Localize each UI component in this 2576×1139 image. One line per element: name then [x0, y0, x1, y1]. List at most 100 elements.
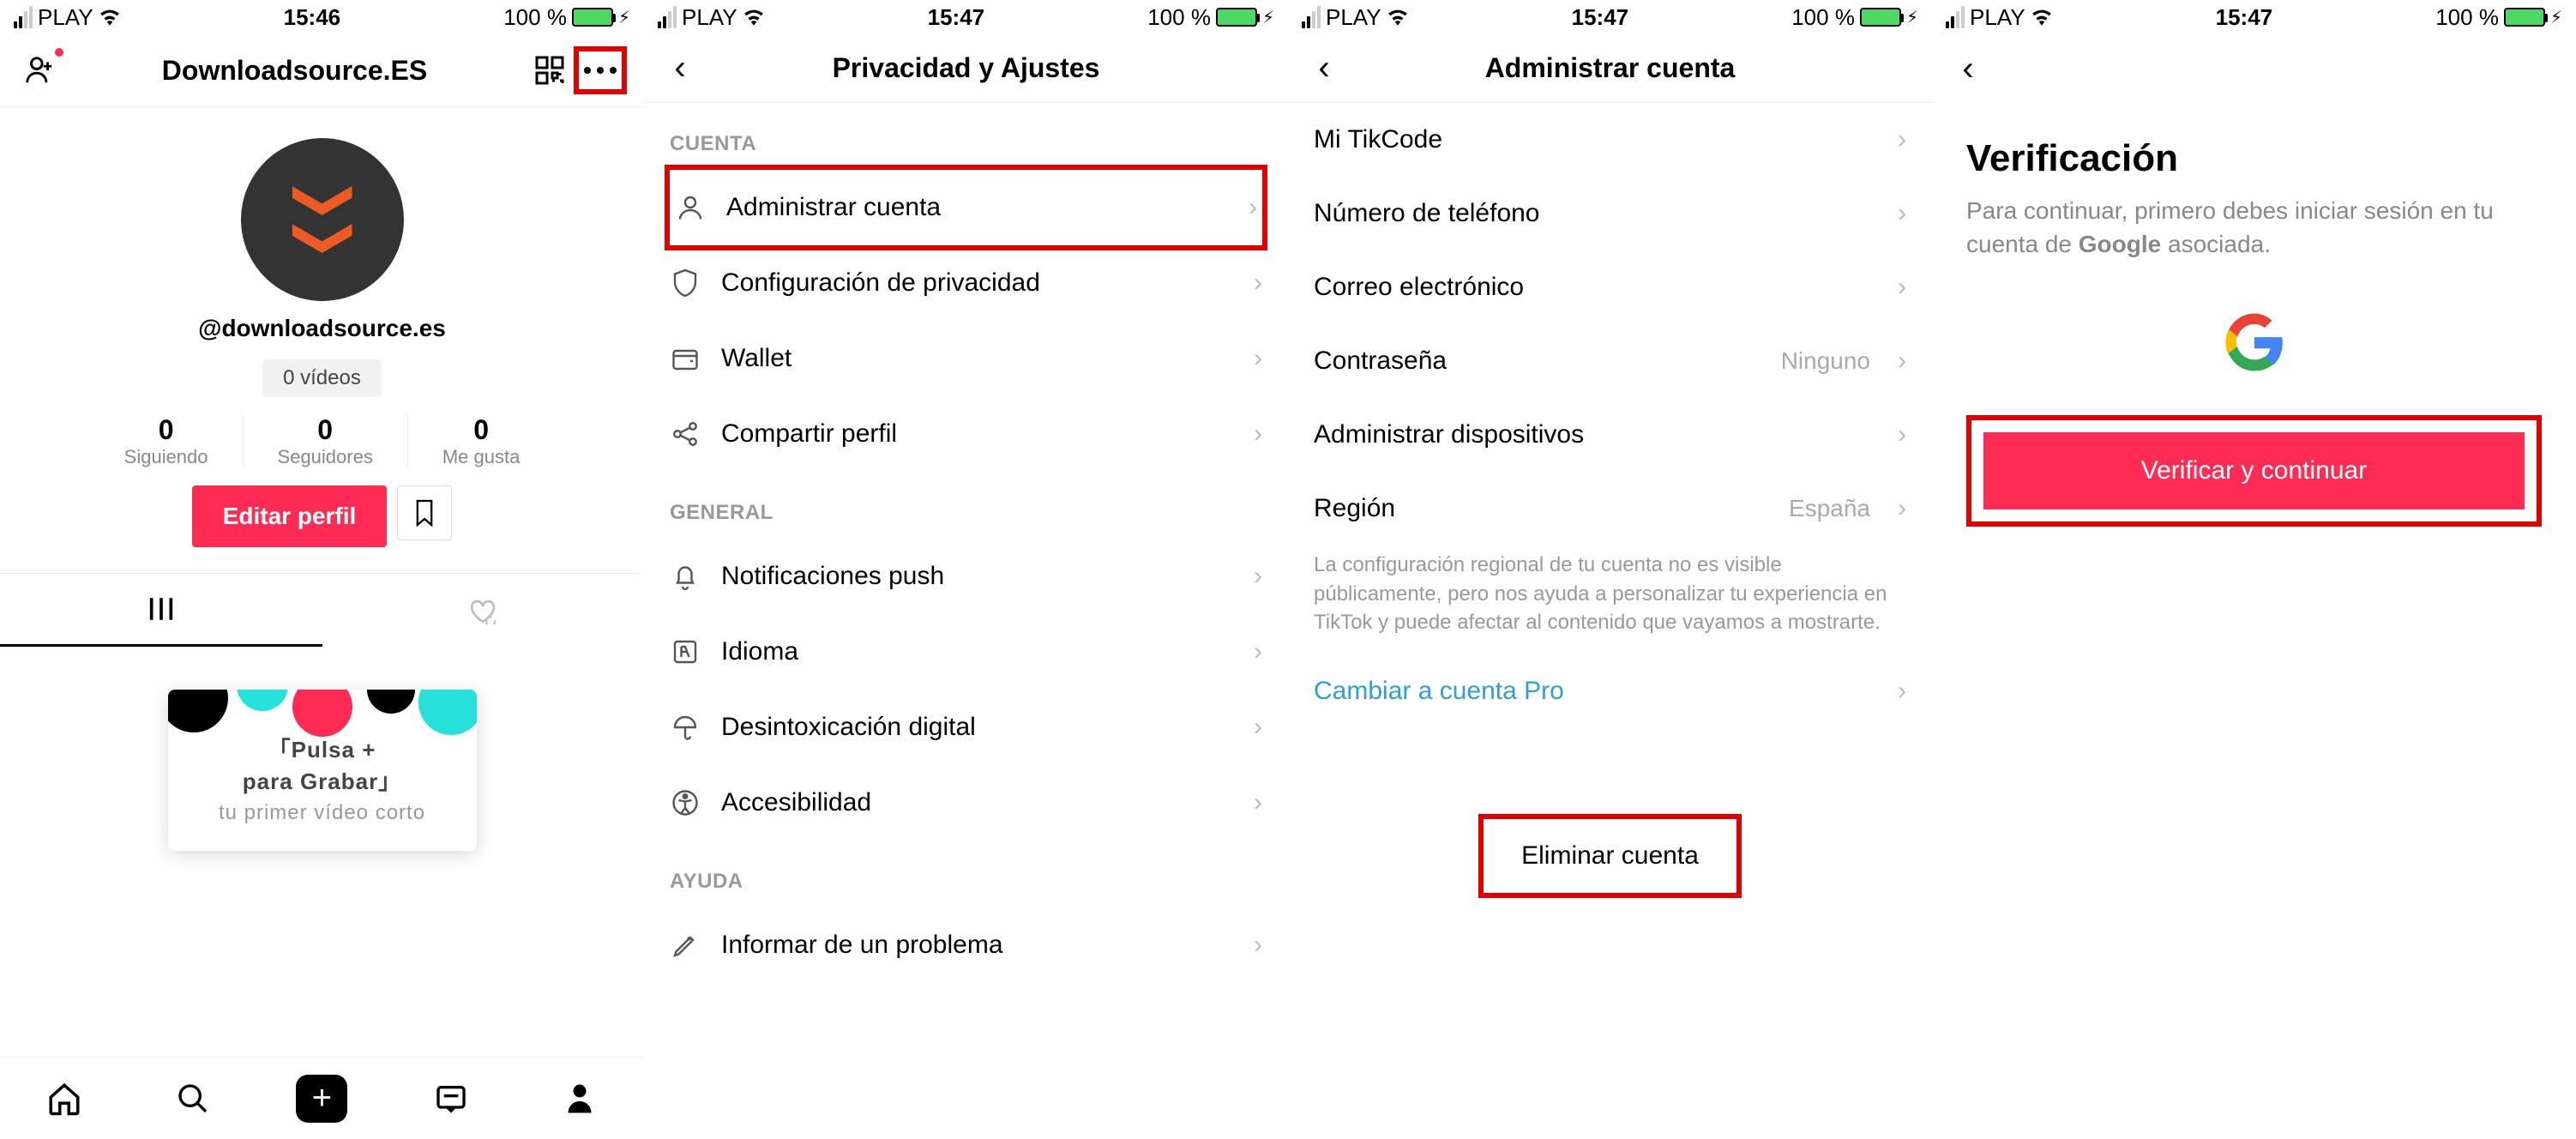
google-logo-icon	[2224, 312, 2284, 372]
row-password[interactable]: Contraseña Ninguno ›	[1288, 324, 1932, 398]
share-icon	[670, 419, 701, 449]
tab-liked[interactable]	[322, 574, 645, 647]
page-title: Privacidad y Ajustes	[764, 52, 1168, 84]
decorative-blobs	[168, 690, 477, 741]
status-bar: PLAY 15:47 100 %⚡︎	[1288, 0, 1932, 34]
row-manage-account[interactable]: Administrar cuenta ›	[665, 165, 1267, 250]
tab-grid[interactable]	[0, 574, 322, 647]
back-button[interactable]: ‹	[1949, 50, 1987, 87]
verification-description: Para continuar, primero debes iniciar se…	[1966, 194, 2542, 261]
verification-title: Verificación	[1966, 137, 2542, 180]
stats-row: 0 Siguiendo 0 Seguidores 0 Me gusta	[0, 414, 644, 468]
signal-icon	[1946, 6, 1965, 28]
qr-icon[interactable]	[531, 51, 569, 89]
nav-create-button[interactable]: +	[296, 1073, 347, 1124]
section-general: GENERAL	[644, 472, 1288, 539]
nav-inbox-icon[interactable]	[425, 1073, 477, 1124]
signal-icon	[14, 6, 33, 28]
chevron-right-icon: ›	[1898, 494, 1906, 523]
chevron-right-icon: ›	[1898, 677, 1906, 706]
language-icon	[670, 636, 701, 667]
stat-followers[interactable]: 0 Seguidores	[243, 414, 407, 468]
panel-profile: PLAY 15:46 100 % ⚡︎ Downloadsource.ES @d…	[0, 0, 644, 1139]
row-wallet[interactable]: Wallet ›	[644, 321, 1288, 396]
pencil-icon	[670, 930, 701, 961]
panel-verification: PLAY 15:47 100 %⚡︎ ‹ Verificación Para c…	[1932, 0, 2576, 1139]
wifi-icon	[2031, 9, 2053, 26]
video-count-pill[interactable]: 0 vídeos	[262, 359, 382, 397]
signal-icon	[1302, 6, 1321, 28]
umbrella-icon	[670, 712, 701, 743]
verify-button-highlight: Verificar y continuar	[1966, 415, 2542, 527]
section-cuenta: CUENTA	[644, 103, 1288, 170]
nav-header: ‹ Administrar cuenta	[1288, 34, 1932, 103]
chevron-right-icon: ›	[1898, 273, 1906, 302]
chevron-right-icon: ›	[1254, 931, 1262, 960]
chevron-right-icon: ›	[1898, 347, 1906, 376]
page-title: Administrar cuenta	[1408, 52, 1812, 84]
chevron-right-icon: ›	[1254, 344, 1262, 373]
profile-header: Downloadsource.ES	[0, 34, 644, 107]
status-bar: PLAY 15:47 100 %⚡︎	[644, 0, 1288, 34]
row-push[interactable]: Notificaciones push ›	[644, 539, 1288, 614]
row-devices[interactable]: Administrar dispositivos ›	[1288, 398, 1932, 472]
bookmark-button[interactable]	[397, 485, 452, 540]
status-bar: PLAY 15:47 100 %⚡︎	[1932, 0, 2576, 34]
add-user-icon[interactable]	[21, 51, 58, 89]
panel-settings: PLAY 15:47 100 %⚡︎ ‹ Privacidad y Ajuste…	[644, 0, 1288, 1139]
record-tip-card: 「Pulsa + para Grabar」 tu primer vídeo co…	[168, 690, 477, 851]
chevron-right-icon: ›	[1898, 199, 1906, 228]
accessibility-icon	[670, 787, 701, 818]
row-accessibility[interactable]: Accesibilidad ›	[644, 765, 1288, 841]
row-region[interactable]: Región España ›	[1288, 472, 1932, 545]
chevron-right-icon: ›	[1254, 419, 1262, 449]
row-privacy[interactable]: Configuración de privacidad ›	[644, 245, 1288, 321]
nav-home-icon[interactable]	[39, 1073, 90, 1124]
charging-icon: ⚡︎	[2550, 7, 2562, 28]
profile-avatar[interactable]	[241, 138, 404, 301]
row-phone[interactable]: Número de teléfono ›	[1288, 177, 1932, 250]
section-ayuda: AYUDA	[644, 841, 1288, 907]
stat-likes[interactable]: 0 Me gusta	[407, 414, 555, 468]
chevron-right-icon: ›	[1898, 125, 1906, 154]
edit-profile-button[interactable]: Editar perfil	[192, 485, 388, 547]
carrier-label: PLAY	[38, 4, 93, 31]
status-time: 15:46	[284, 4, 341, 31]
shield-icon	[670, 268, 701, 298]
delete-account-button[interactable]: Eliminar cuenta	[1478, 814, 1742, 898]
chevron-right-icon: ›	[1254, 637, 1262, 666]
nav-header: ‹	[1932, 34, 2576, 103]
bottom-nav: +	[0, 1057, 644, 1139]
row-detox[interactable]: Desintoxicación digital ›	[644, 690, 1288, 765]
wifi-icon	[1387, 9, 1409, 26]
charging-icon: ⚡︎	[1906, 7, 1918, 28]
row-tikcode[interactable]: Mi TikCode ›	[1288, 103, 1932, 177]
bell-icon	[670, 561, 701, 592]
status-bar: PLAY 15:46 100 % ⚡︎	[0, 0, 644, 34]
profile-title: Downloadsource.ES	[162, 55, 427, 87]
row-report[interactable]: Informar de un problema ›	[644, 907, 1288, 983]
stat-following[interactable]: 0 Siguiendo	[90, 414, 243, 468]
region-help-text: La configuración regional de tu cuenta n…	[1288, 545, 1932, 654]
chevron-right-icon: ›	[1254, 788, 1262, 817]
verify-continue-button[interactable]: Verificar y continuar	[1983, 432, 2525, 509]
chevron-right-icon: ›	[1898, 420, 1906, 449]
nav-header: ‹ Privacidad y Ajustes	[644, 34, 1288, 103]
row-language[interactable]: Idioma ›	[644, 614, 1288, 690]
row-pro[interactable]: Cambiar a cuenta Pro ›	[1288, 654, 1932, 728]
back-button[interactable]: ‹	[661, 50, 699, 87]
more-options-icon[interactable]	[574, 46, 627, 94]
chevron-right-icon: ›	[1254, 268, 1262, 298]
charging-icon: ⚡︎	[1262, 7, 1274, 28]
row-email[interactable]: Correo electrónico ›	[1288, 250, 1932, 324]
back-button[interactable]: ‹	[1305, 50, 1343, 87]
nav-search-icon[interactable]	[167, 1073, 219, 1124]
battery-icon	[1216, 8, 1257, 27]
chevron-right-icon: ›	[1254, 713, 1262, 742]
wifi-icon	[743, 9, 765, 26]
person-icon	[675, 192, 706, 223]
row-share[interactable]: Compartir perfil ›	[644, 396, 1288, 472]
battery-icon	[572, 8, 613, 27]
nav-profile-icon[interactable]	[554, 1073, 605, 1124]
chevron-right-icon: ›	[1249, 193, 1257, 222]
